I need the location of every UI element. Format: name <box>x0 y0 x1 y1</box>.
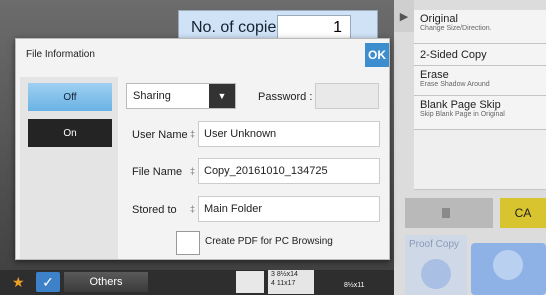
proof-copy-label: Proof Copy <box>409 239 460 250</box>
dialog-header: File Information OK <box>16 39 389 71</box>
copies-label: No. of copies <box>191 19 285 36</box>
stored-to-field[interactable]: Main Folder <box>198 196 380 222</box>
ca-button[interactable]: CA <box>500 198 546 228</box>
menu-item-title: 2-Sided Copy <box>420 49 487 61</box>
chevron-down-icon[interactable]: ▼ <box>209 84 235 108</box>
create-pdf-label: Create PDF for PC Browsing <box>205 236 333 247</box>
password-label: Password : <box>258 91 313 103</box>
paper-tray-icon <box>236 271 264 293</box>
menu-item-title: Blank Page Skip <box>420 99 501 111</box>
tray-4-label: 4 11x17 <box>271 280 296 287</box>
create-pdf-checkbox[interactable] <box>176 231 200 255</box>
filing-toggle-panel: Off On <box>20 77 118 259</box>
tray-3-label: 3 8½x14 <box>271 271 298 278</box>
proof-copy-button[interactable]: Proof Copy <box>405 235 467 295</box>
clear-button[interactable] <box>405 198 493 228</box>
separator: ‡ <box>190 204 196 214</box>
menu-item-subtitle: Change Size/Direction. <box>420 25 492 32</box>
start-icon <box>493 250 523 280</box>
sharing-select[interactable]: Sharing ▼ <box>126 83 236 109</box>
file-name-field[interactable]: Copy_20161010_134725 <box>198 158 380 184</box>
collapse-panel-button[interactable]: ▶ <box>394 0 414 32</box>
others-button[interactable]: Others <box>64 272 148 292</box>
dialog-title: File Information <box>26 49 95 60</box>
menu-item-empty <box>414 130 546 190</box>
tray-size-list: 3 8½x14 4 11x17 <box>268 270 314 294</box>
separator: ‡ <box>190 166 196 176</box>
sharing-select-value: Sharing <box>133 90 171 102</box>
clear-icon <box>442 208 450 218</box>
on-button[interactable]: On <box>28 119 112 147</box>
menu-item-erase[interactable]: Erase Erase Shadow Around <box>414 66 546 96</box>
star-icon[interactable]: ★ <box>12 274 25 291</box>
off-button[interactable]: Off <box>28 83 112 111</box>
user-name-label: User Name <box>132 129 188 141</box>
user-name-field[interactable]: User Unknown <box>198 121 380 147</box>
menu-item-title: Original <box>420 13 458 25</box>
proof-copy-icon <box>421 259 451 289</box>
menu-item-original[interactable]: Original Change Size/Direction. <box>414 10 546 44</box>
menu-item-subtitle: Erase Shadow Around <box>420 81 490 88</box>
file-name-label: File Name <box>132 166 183 178</box>
check-icon[interactable]: ✓ <box>36 272 60 292</box>
start-button[interactable] <box>471 243 546 295</box>
stored-to-label: Stored to <box>132 204 177 216</box>
menu-item-blank-page-skip[interactable]: Blank Page Skip Skip Blank Page in Origi… <box>414 96 546 130</box>
separator: ‡ <box>190 129 196 139</box>
menu-item-2-sided-copy[interactable]: 2-Sided Copy <box>414 44 546 66</box>
menu-item-title: Erase <box>420 69 449 81</box>
ok-button[interactable]: OK <box>365 43 389 67</box>
play-arrow-icon: ▶ <box>399 10 409 23</box>
file-information-dialog: File Information OK Off On Sharing ▼ Pas… <box>15 38 390 260</box>
paper-size-label: 8½x11 <box>344 282 365 289</box>
password-field[interactable] <box>315 83 379 109</box>
menu-item-subtitle: Skip Blank Page in Original <box>420 111 505 118</box>
